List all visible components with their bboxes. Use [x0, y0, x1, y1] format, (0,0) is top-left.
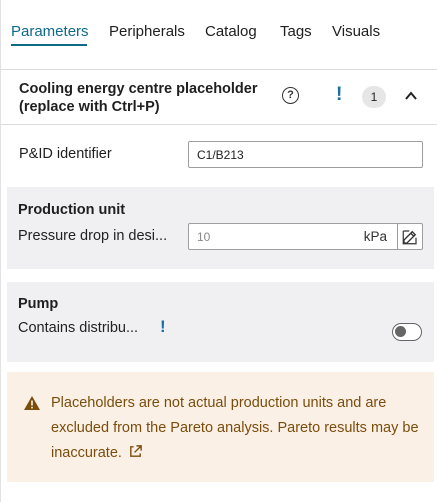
tab-visuals[interactable]: Visuals: [332, 22, 380, 42]
production-unit-title: Production unit: [18, 202, 126, 218]
pid-identifier-label: P&ID identifier: [19, 146, 112, 162]
contains-distribution-label: Contains distribu...: [18, 320, 139, 336]
banner-message: Placeholders are not actual production u…: [51, 391, 423, 466]
placeholder-warning-banner: Placeholders are not actual production u…: [7, 372, 434, 482]
parameters-panel: Parameters Peripherals Catalog Tags Visu…: [0, 0, 437, 502]
tab-peripherals[interactable]: Peripherals: [109, 22, 185, 42]
edit-pressure-button[interactable]: [397, 223, 423, 250]
tab-parameters[interactable]: Parameters: [11, 22, 89, 42]
help-icon[interactable]: ?: [282, 87, 299, 104]
section-header[interactable]: Cooling energy centre placeholder (repla…: [1, 70, 437, 125]
pump-panel: Pump Contains distribu... !: [7, 282, 434, 362]
contains-distribution-toggle[interactable]: [392, 323, 422, 341]
pressure-unit-label: kPa: [363, 229, 387, 244]
tab-bar: Parameters Peripherals Catalog Tags Visu…: [1, 0, 437, 70]
pump-title: Pump: [18, 296, 59, 312]
pressure-drop-input[interactable]: 10 kPa: [188, 223, 400, 250]
warning-exclamation-icon[interactable]: !: [160, 317, 166, 337]
warning-exclamation-icon[interactable]: !: [336, 84, 342, 106]
external-link-icon[interactable]: [128, 444, 143, 459]
active-tab-indicator: [11, 44, 87, 46]
banner-message-text: Placeholders are not actual production u…: [51, 395, 419, 461]
pressure-drop-label: Pressure drop in desi...: [18, 228, 168, 244]
chevron-up-icon[interactable]: [404, 89, 418, 103]
tab-tags[interactable]: Tags: [280, 22, 312, 42]
edit-icon: [402, 230, 417, 245]
toggle-knob: [395, 326, 406, 337]
warning-triangle-icon: [24, 396, 40, 410]
issue-count-badge: 1: [362, 86, 386, 108]
pressure-drop-value: 10: [197, 230, 211, 244]
pid-identifier-input[interactable]: [188, 141, 423, 168]
production-unit-panel: Production unit Pressure drop in desi...…: [7, 187, 434, 269]
section-title: Cooling energy centre placeholder (repla…: [19, 80, 269, 116]
section-title-line2: (replace with Ctrl+P): [19, 99, 160, 115]
section-title-line1: Cooling energy centre placeholder: [19, 81, 258, 97]
tab-catalog[interactable]: Catalog: [205, 22, 257, 42]
